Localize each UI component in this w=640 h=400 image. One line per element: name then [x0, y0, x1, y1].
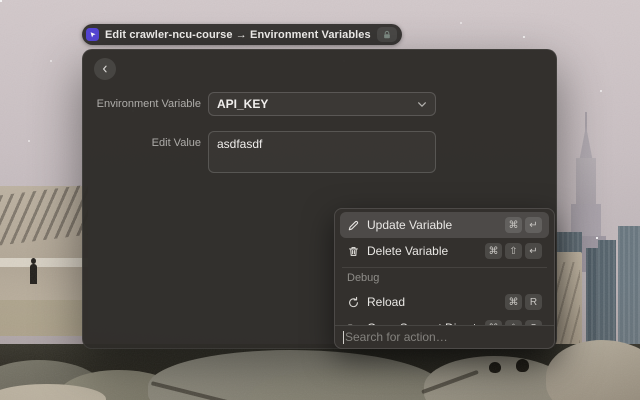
cmd-key: ⌘ [505, 294, 522, 310]
reload-icon [347, 296, 360, 309]
env-variable-value: API_KEY [217, 97, 269, 111]
return-key: ↵ [525, 217, 542, 233]
back-button[interactable] [94, 58, 116, 80]
env-variable-label: Environment Variable [96, 98, 201, 110]
env-variable-dropdown[interactable]: API_KEY [208, 92, 436, 116]
text-caret [343, 330, 344, 344]
return-key: ↵ [525, 243, 542, 259]
pencil-icon [347, 219, 360, 232]
lock-icon [376, 27, 397, 42]
r-key: R [525, 294, 542, 310]
breadcrumb-toast[interactable]: Edit crawler-ncu-course → Environment Va… [82, 24, 402, 45]
action-open-support-directory[interactable]: Open Support Directory ⌘ ⇧ S [340, 315, 549, 325]
action-list: Update Variable ⌘ ↵ Delete Variable ⌘ ⇧ … [335, 209, 554, 325]
trash-icon [347, 245, 360, 258]
cmd-key: ⌘ [505, 217, 522, 233]
edit-value-label: Edit Value [151, 137, 201, 149]
shift-key: ⇧ [505, 243, 522, 259]
action-delete-variable[interactable]: Delete Variable ⌘ ⇧ ↵ [340, 238, 549, 264]
breadcrumb-title: Edit crawler-ncu-course → Environment Va… [105, 28, 371, 41]
desktop: Edit crawler-ncu-course → Environment Va… [0, 0, 640, 400]
action-update-variable[interactable]: Update Variable ⌘ ↵ [340, 212, 549, 238]
action-reload[interactable]: Reload ⌘ R [340, 289, 549, 315]
chevron-left-icon [103, 65, 107, 73]
debug-section-label: Debug [347, 272, 380, 284]
edit-value-textarea[interactable]: asdfasdf [208, 131, 436, 173]
action-search-bar[interactable] [335, 325, 554, 348]
extension-icon [86, 28, 99, 41]
action-search-input[interactable] [345, 330, 546, 344]
action-panel: Update Variable ⌘ ↵ Delete Variable ⌘ ⇧ … [334, 208, 555, 349]
divider [342, 267, 547, 268]
chevron-down-icon [418, 101, 426, 107]
cmd-key: ⌘ [485, 243, 502, 259]
